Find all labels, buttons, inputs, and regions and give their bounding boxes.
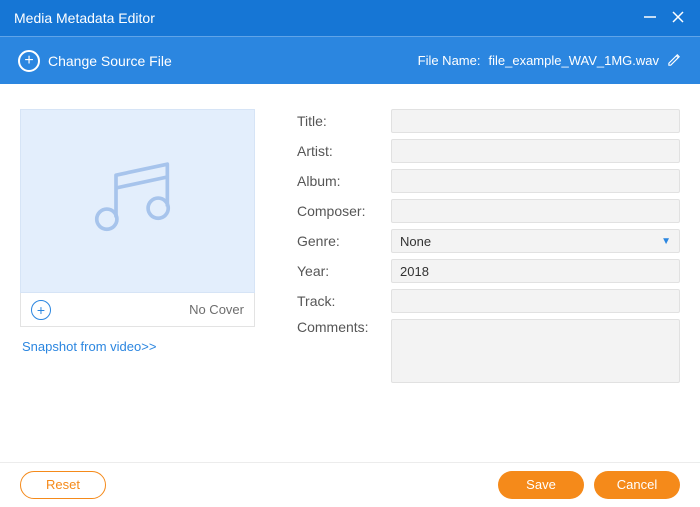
toolbar: + Change Source File File Name: file_exa…	[0, 36, 700, 84]
change-source-button[interactable]: + Change Source File	[18, 50, 172, 72]
add-cover-button[interactable]: +	[31, 300, 51, 320]
minimize-icon[interactable]	[642, 9, 658, 28]
artist-input[interactable]	[391, 139, 680, 163]
genre-select[interactable]: None ▼	[391, 229, 680, 253]
close-icon[interactable]	[670, 9, 686, 28]
footer: Reset Save Cancel	[0, 462, 700, 506]
year-input[interactable]	[391, 259, 680, 283]
composer-input[interactable]	[391, 199, 680, 223]
cover-bar: + No Cover	[20, 293, 255, 327]
filename-block: File Name: file_example_WAV_1MG.wav	[418, 52, 682, 70]
genre-selected: None	[400, 234, 661, 249]
save-button[interactable]: Save	[498, 471, 584, 499]
cover-column: + No Cover Snapshot from video>>	[20, 109, 255, 462]
edit-filename-icon[interactable]	[667, 52, 682, 70]
no-cover-label: No Cover	[189, 302, 244, 317]
main-area: + No Cover Snapshot from video>> Title: …	[0, 84, 700, 462]
chevron-down-icon: ▼	[661, 236, 671, 247]
track-input[interactable]	[391, 289, 680, 313]
cover-art-preview	[20, 109, 255, 293]
genre-label: Genre:	[297, 233, 391, 249]
snapshot-from-video-link[interactable]: Snapshot from video>>	[20, 327, 255, 366]
titlebar: Media Metadata Editor	[0, 0, 700, 36]
metadata-form: Title: Artist: Album: Composer: Genre: N…	[255, 109, 680, 462]
cancel-button[interactable]: Cancel	[594, 471, 680, 499]
track-label: Track:	[297, 293, 391, 309]
filename-value: file_example_WAV_1MG.wav	[488, 53, 659, 68]
composer-label: Composer:	[297, 203, 391, 219]
year-label: Year:	[297, 263, 391, 279]
title-label: Title:	[297, 113, 391, 129]
app-title: Media Metadata Editor	[14, 10, 155, 26]
artist-label: Artist:	[297, 143, 391, 159]
change-source-label: Change Source File	[48, 53, 172, 69]
filename-label: File Name:	[418, 53, 481, 68]
reset-button[interactable]: Reset	[20, 471, 106, 499]
music-note-icon	[83, 144, 193, 259]
title-input[interactable]	[391, 109, 680, 133]
comments-label: Comments:	[297, 319, 391, 335]
plus-icon: +	[18, 50, 40, 72]
album-input[interactable]	[391, 169, 680, 193]
album-label: Album:	[297, 173, 391, 189]
comments-input[interactable]	[391, 319, 680, 383]
